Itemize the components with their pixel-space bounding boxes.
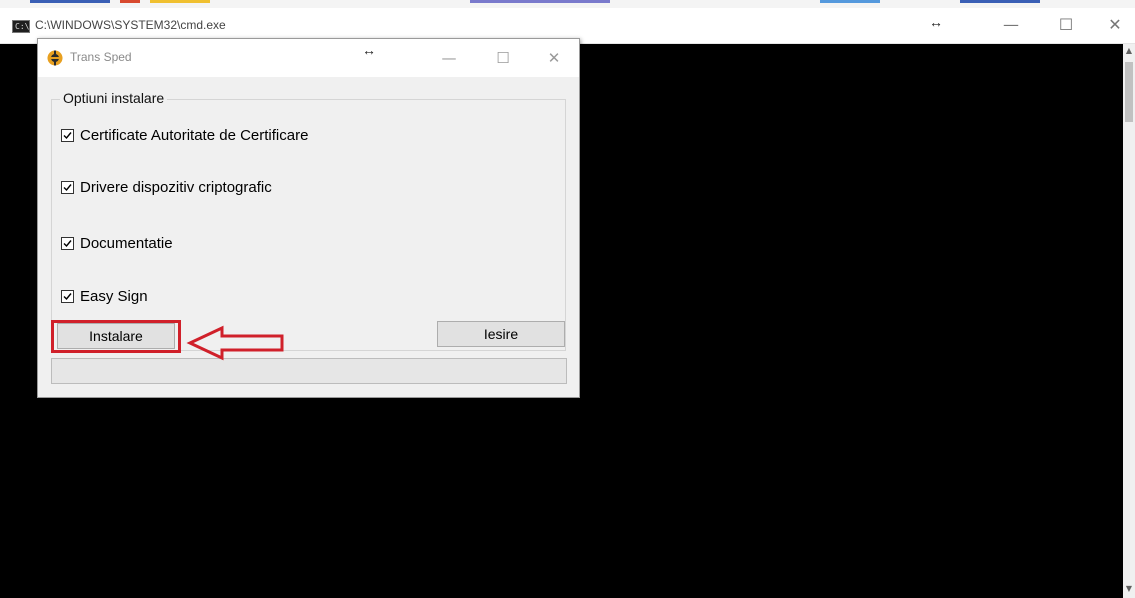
cmd-maximize-button[interactable]: ☐: [1043, 8, 1089, 44]
cmd-close-button[interactable]: ✕: [1092, 8, 1135, 44]
group-title: Optiuni instalare: [60, 90, 168, 106]
option-certificate-authority[interactable]: Certificate Autoritate de Certificare: [61, 125, 308, 145]
dialog-title: Trans Sped: [70, 50, 132, 64]
option-documentation[interactable]: Documentatie: [61, 233, 173, 253]
option-easy-sign[interactable]: Easy Sign: [61, 286, 148, 306]
scroll-thumb[interactable]: [1125, 62, 1133, 122]
cmd-icon: C:\: [12, 20, 30, 33]
cmd-scrollbar[interactable]: ▲ ▼: [1123, 44, 1135, 598]
checkbox-easy-sign[interactable]: [61, 289, 74, 303]
option-label: Drivere dispozitiv criptografic: [80, 178, 272, 196]
checkbox-certificate-authority[interactable]: [61, 128, 74, 142]
checkbox-documentation[interactable]: [61, 236, 74, 250]
option-crypto-drivers[interactable]: Drivere dispozitiv criptografic: [61, 177, 272, 197]
cmd-window-title: C:\WINDOWS\SYSTEM32\cmd.exe: [35, 18, 226, 32]
trans-sped-dialog: Trans Sped ↔ — ☐ ✕ Optiuni instalare Cer…: [37, 38, 580, 398]
dialog-titlebar[interactable]: Trans Sped ↔ — ☐ ✕: [38, 39, 579, 77]
checkbox-crypto-drivers[interactable]: [61, 180, 74, 194]
taskbar-strip: [0, 0, 1135, 8]
install-progress-bar: [51, 358, 567, 384]
scroll-up-icon[interactable]: ▲: [1123, 46, 1135, 55]
left-arrow-annotation-icon: [186, 325, 284, 361]
dialog-close-button[interactable]: ✕: [532, 39, 576, 77]
dialog-minimize-button[interactable]: —: [427, 39, 471, 77]
cmd-minimize-button[interactable]: —: [988, 8, 1034, 44]
option-label: Easy Sign: [80, 287, 148, 305]
option-label: Documentatie: [80, 234, 173, 252]
dialog-maximize-button: ☐: [496, 49, 510, 67]
option-label: Certificate Autoritate de Certificare: [80, 126, 309, 144]
resize-icon: ↔: [362, 42, 376, 58]
install-button-highlight: [51, 320, 181, 353]
resize-icon: ↔: [929, 14, 943, 30]
exit-button[interactable]: Iesire: [437, 321, 565, 347]
scroll-down-icon[interactable]: ▼: [1123, 584, 1135, 593]
transsped-logo-icon: [47, 50, 63, 66]
